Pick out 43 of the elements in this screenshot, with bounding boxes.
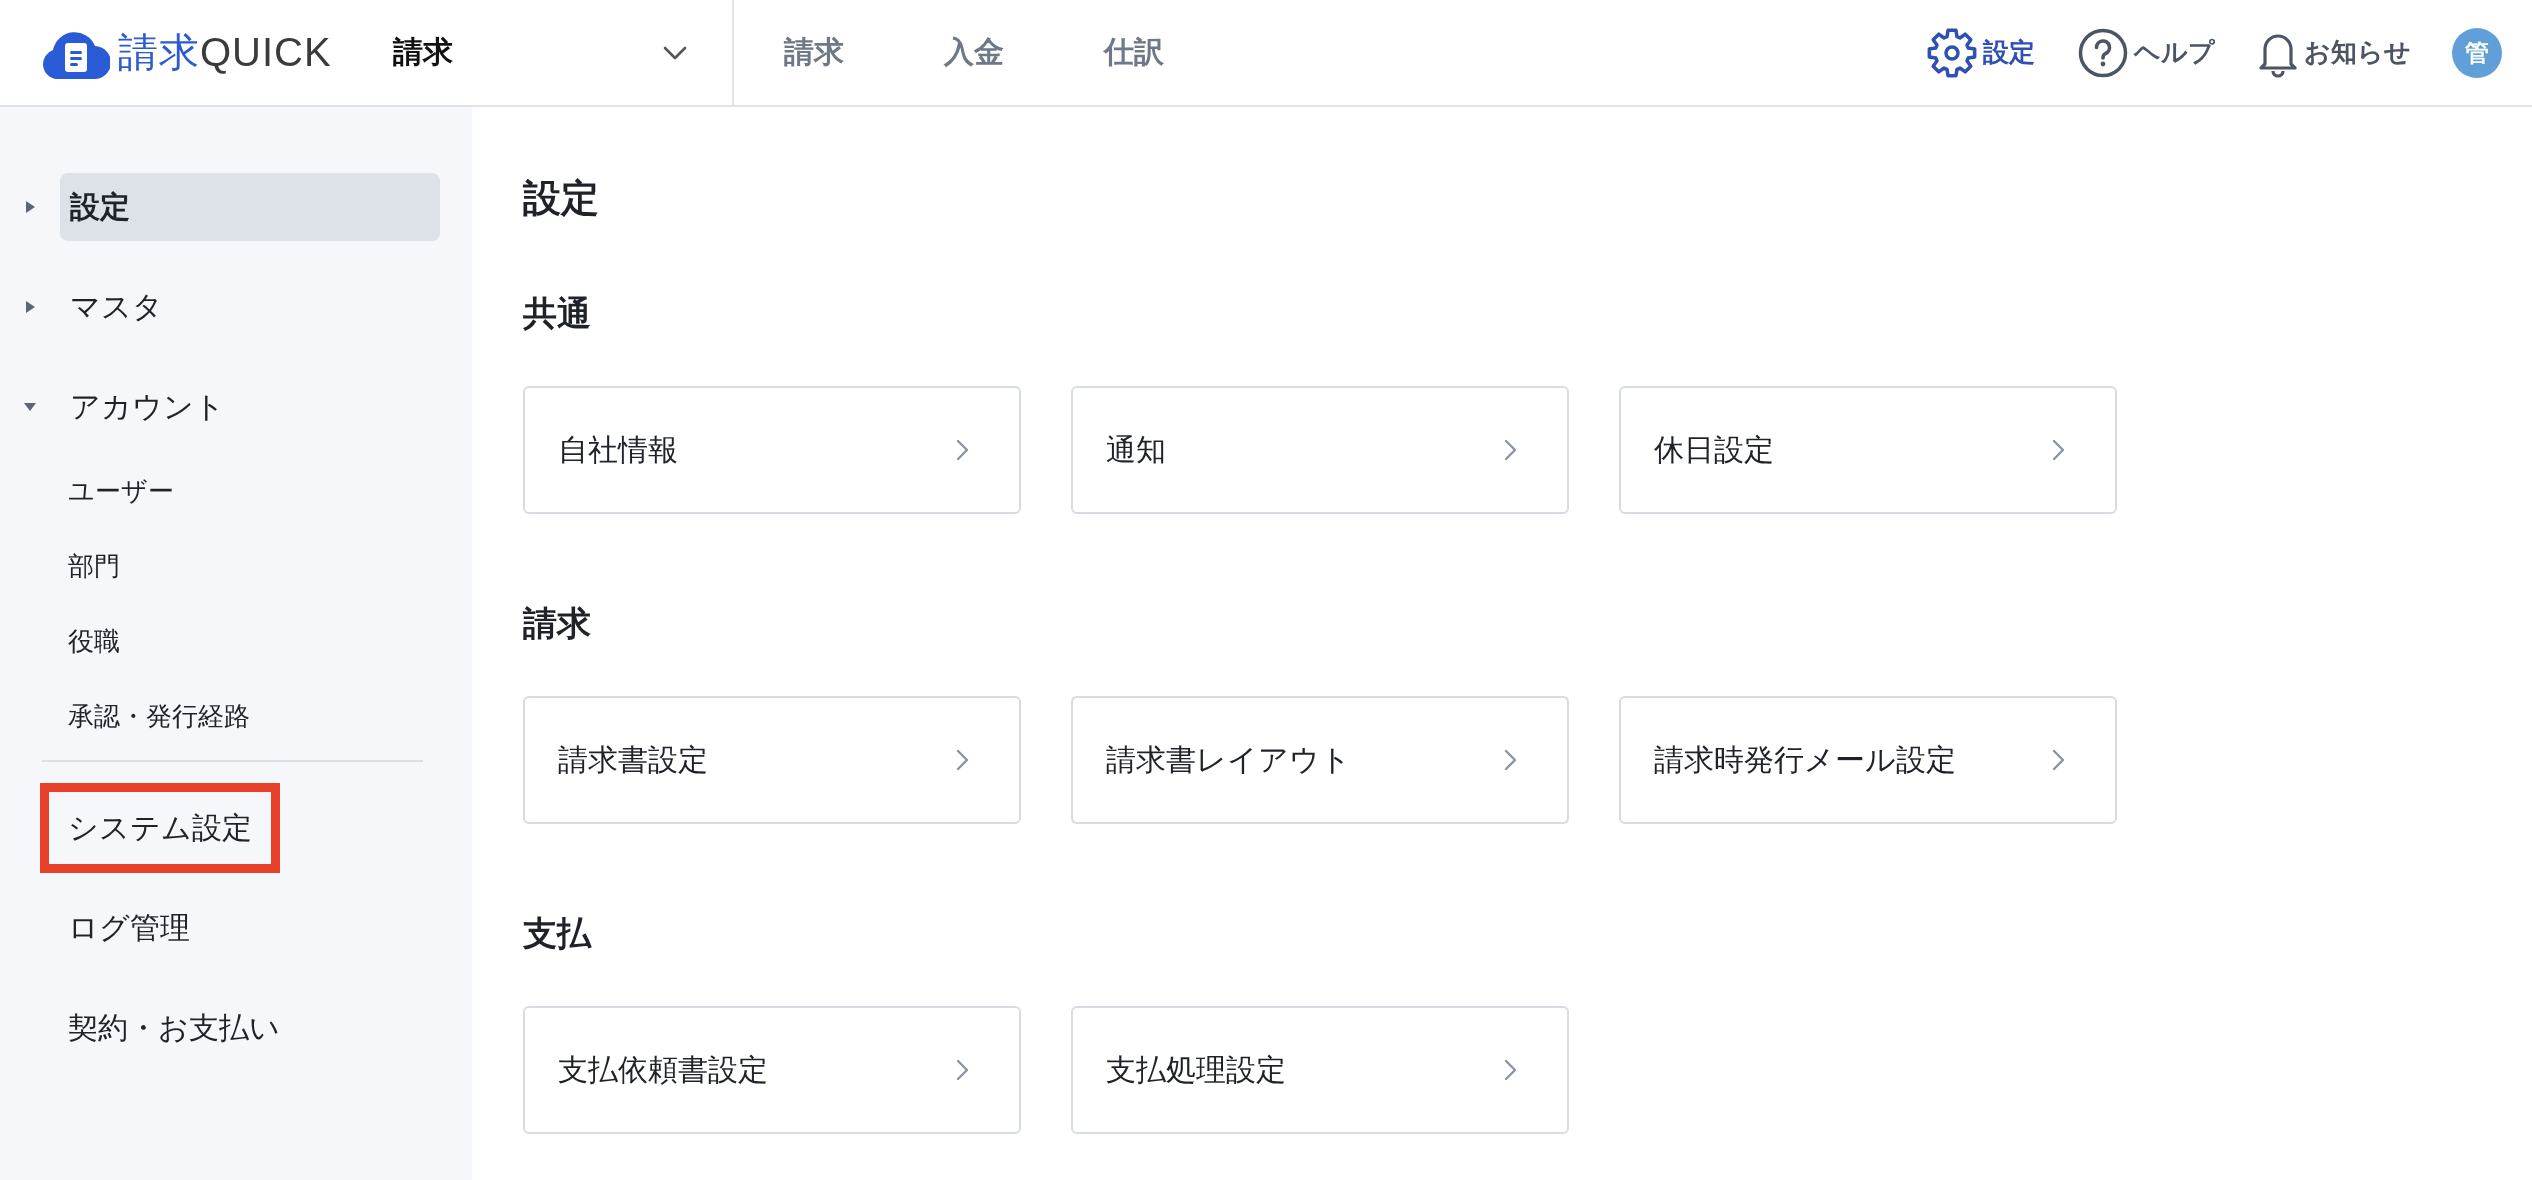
section-heading: 支払 (523, 913, 591, 954)
sidebar-item[interactable]: マスタ (60, 273, 440, 341)
sidebar-item[interactable]: システム設定 (40, 783, 280, 873)
chevron-right-icon (1504, 439, 1517, 461)
nav-tab[interactable]: 仕訳 (1054, 0, 1214, 105)
sidebar-item[interactable]: 契約・お支払い (40, 983, 308, 1073)
settings-gear-icon (1927, 27, 1977, 78)
section-heading: 共通 (523, 293, 591, 334)
chevron-right-icon (956, 439, 969, 461)
app-switcher-dropdown[interactable]: 請求 (393, 22, 687, 83)
help-icon (2078, 27, 2128, 78)
triangle-right-icon[interactable] (24, 300, 36, 314)
notifications-button[interactable]: お知らせ (2258, 27, 2411, 78)
chevron-right-icon (1504, 1059, 1517, 1081)
sidebar-item[interactable]: ログ管理 (40, 883, 218, 973)
chevron-down-icon (663, 45, 687, 60)
triangle-right-icon[interactable] (24, 200, 36, 214)
sidebar-subitem[interactable]: 役職 (60, 607, 440, 675)
sidebar-item[interactable]: アカウント (60, 373, 440, 441)
settings-card[interactable]: 通知 (1071, 386, 1569, 514)
chevron-right-icon (2052, 749, 2065, 771)
sidebar-subitem[interactable]: ユーザー (60, 457, 440, 525)
page-title: 設定 (523, 176, 599, 221)
settings-card[interactable]: 請求書設定 (523, 696, 1021, 824)
nav-tab[interactable]: 請求 (734, 0, 894, 105)
settings-button[interactable]: 設定 (1927, 27, 2035, 78)
settings-card[interactable]: 自社情報 (523, 386, 1021, 514)
settings-card[interactable]: 請求時発行メール設定 (1619, 696, 2117, 824)
help-button[interactable]: ヘルプ (2078, 27, 2215, 78)
chevron-right-icon (956, 1059, 969, 1081)
logo-text: 請求QUICK (118, 29, 332, 76)
sidebar-subitem[interactable]: 承認・発行経路 (60, 682, 440, 750)
section-heading: 請求 (523, 603, 591, 644)
chevron-right-icon (2052, 439, 2065, 461)
settings-card[interactable]: 請求書レイアウト (1071, 696, 1569, 824)
chevron-right-icon (956, 749, 969, 771)
nav-tab[interactable]: 入金 (894, 0, 1054, 105)
chevron-right-icon (1504, 749, 1517, 771)
settings-card[interactable]: 支払依頼書設定 (523, 1006, 1021, 1134)
settings-card[interactable]: 休日設定 (1619, 386, 2117, 514)
sidebar-item[interactable]: 設定 (60, 173, 440, 241)
settings-card[interactable]: 支払処理設定 (1071, 1006, 1569, 1134)
sidebar-subitem[interactable]: 部門 (60, 532, 440, 600)
